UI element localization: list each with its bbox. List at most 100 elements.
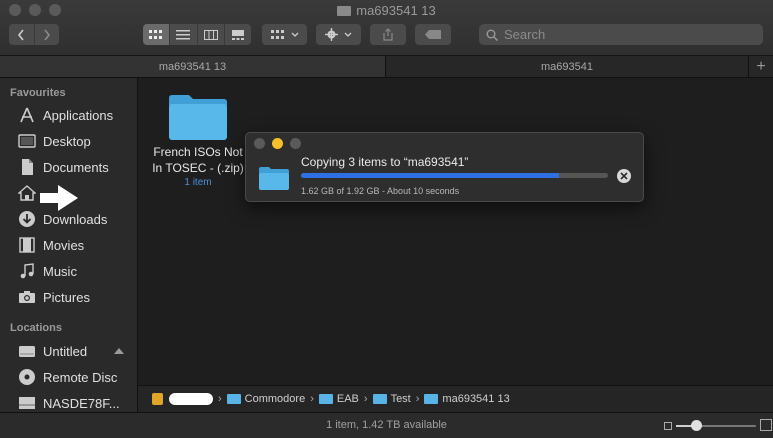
list-view-button[interactable] [170,24,198,45]
columns-icon [203,29,218,40]
folder-name-line1: French ISOs Not [153,145,243,159]
group-grid-icon [270,29,284,39]
group-by-button[interactable] [262,24,307,45]
sidebar-section-locations: Locations [10,322,62,334]
status-text: 1 item, 1.42 TB available [326,419,447,431]
tab-ma693541-13[interactable]: ma693541 13 [0,56,385,77]
sidebar-item-label: NASDE78F... [43,395,120,411]
path-separator: › [310,393,314,405]
tags-button[interactable] [415,24,451,45]
path-crumb-commodore[interactable]: Commodore [226,393,306,405]
sidebar-section-favourites: Favourites [10,87,66,99]
path-separator: › [218,393,222,405]
back-button[interactable] [9,24,35,45]
path-crumb-ma693541-13[interactable]: ma693541 13 [424,393,510,405]
home-icon [17,184,37,202]
sidebar-item-desktop[interactable]: Desktop [17,130,91,152]
copy-progress-bar [301,173,608,178]
nas-icon [17,394,37,412]
stop-copy-button[interactable] [617,169,631,183]
folder-item[interactable]: French ISOs Not In TOSEC - (.zip) 1 item [144,92,252,188]
share-icon [383,28,393,41]
folder-icon [169,95,227,140]
sidebar-item-label: Movies [43,237,85,253]
finder-window: ma693541 13 Search ma693541 13 ma693541 … [0,0,773,438]
gallery-view-button[interactable] [224,24,251,45]
eject-icon[interactable] [114,348,124,354]
sidebar-item-documents[interactable]: Documents [17,156,109,178]
disc-icon [17,368,37,386]
sidebar-item-nas[interactable]: NASDE78F... [17,392,120,414]
redacted-volume-name[interactable] [169,393,213,405]
path-crumb-label: Commodore [244,393,306,405]
sidebar-item-untitled[interactable]: Untitled [17,340,87,362]
small-icon-size-icon [664,422,672,430]
copy-progress-dialog: Copying 3 items to “ma693541” 1.62 GB of… [245,132,644,202]
sidebar-item-remote-disc[interactable]: Remote Disc [17,366,117,388]
tag-icon [425,30,441,39]
sidebar-item-label: Music [43,263,77,279]
icon-size-slider-thumb[interactable] [691,420,702,431]
action-menu-button[interactable] [316,24,361,45]
search-placeholder: Search [504,27,546,42]
new-tab-button[interactable]: + [749,56,773,77]
path-crumb-label: ma693541 13 [442,393,510,405]
sidebar-item-applications[interactable]: Applications [17,104,113,126]
icon-view-button[interactable] [143,24,171,45]
folder-icon [226,394,241,404]
folder-name: French ISOs Not In TOSEC - (.zip) [144,144,252,176]
path-crumb-label: Test [390,393,411,405]
dialog-close-button[interactable] [254,138,265,149]
search-field[interactable]: Search [479,24,763,45]
sidebar-item-label: Untitled [43,343,88,359]
chevron-right-icon [44,29,50,40]
pictures-icon [17,288,37,306]
applications-icon [17,106,37,124]
sidebar: Favourites Applications Desktop Document… [0,78,138,412]
view-mode-selector [143,24,251,45]
path-crumb-eab[interactable]: EAB [318,393,359,405]
icon-size-slider[interactable] [676,420,756,431]
copy-progress-fill [301,173,559,178]
status-bar: 1 item, 1.42 TB available [0,412,773,438]
sidebar-item-label: Downloads [43,211,108,227]
sidebar-item-label: Desktop [43,133,91,149]
folder-icon [372,394,387,404]
path-separator: › [415,393,420,405]
tab-label: ma693541 13 [158,60,227,73]
close-icon [620,172,628,180]
forward-button[interactable] [34,24,59,45]
sidebar-item-label: Applications [43,107,114,123]
chevron-down-icon [344,32,352,37]
dialog-zoom-button[interactable] [290,138,301,149]
sidebar-item-label: Documents [43,159,109,175]
path-crumb-label: EAB [336,393,359,405]
sidebar-item-music[interactable]: Music [17,260,77,282]
gear-icon [325,28,338,41]
folder-name-line2: In TOSEC - (.zip) [152,161,244,175]
sidebar-item-pictures[interactable]: Pictures [17,286,90,308]
column-view-button[interactable] [197,24,225,45]
copy-title: Copying 3 items to “ma693541” [301,155,469,169]
chevron-left-icon [18,29,24,40]
dialog-minimize-button[interactable] [272,138,283,149]
path-separator: › [363,393,368,405]
gallery-icon [231,29,244,40]
share-button[interactable] [370,24,406,45]
nav-buttons [9,24,59,45]
external-drive-icon [152,393,163,405]
tab-ma693541[interactable]: ma693541 [386,56,748,77]
grid-icon [149,29,163,39]
movies-icon [17,236,37,254]
downloads-icon [17,210,37,228]
search-icon [486,29,498,41]
path-bar: › Commodore › EAB › Test › ma693541 13 [138,385,773,412]
window-title: ma693541 13 [0,3,773,18]
copy-status: 1.62 GB of 1.92 GB - About 10 seconds [301,186,460,196]
pointer-cursor-icon [40,185,78,211]
path-crumb-test[interactable]: Test [372,393,411,405]
chevron-down-icon [291,32,298,37]
sidebar-item-movies[interactable]: Movies [17,234,84,256]
folder-icon [424,394,439,404]
desktop-icon [17,132,37,150]
